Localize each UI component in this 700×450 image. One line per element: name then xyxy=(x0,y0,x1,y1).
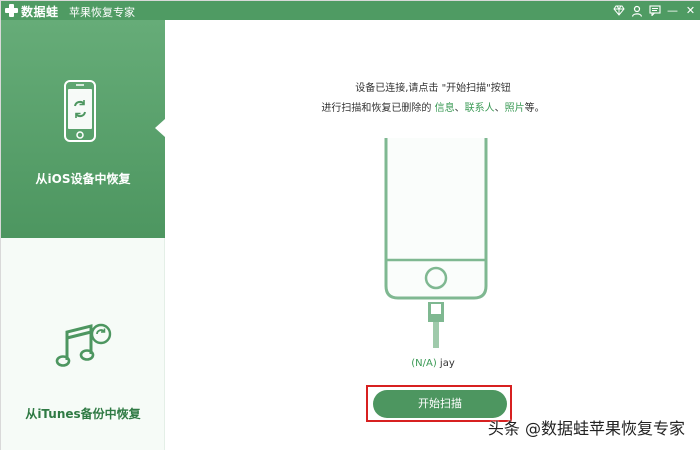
message-icon[interactable] xyxy=(648,4,661,17)
instruction-suffix: 等。 xyxy=(524,103,545,114)
active-pointer xyxy=(155,119,165,137)
close-icon[interactable]: ✕ xyxy=(684,4,697,17)
link-photos[interactable]: 照片 xyxy=(505,103,525,114)
diamond-icon[interactable] xyxy=(612,4,625,17)
music-note-icon xyxy=(55,323,112,367)
logo-cross-icon xyxy=(4,3,19,18)
sidebar-item-label: 从iOS设备中恢复 xyxy=(35,172,131,186)
instruction-text-2: 进行扫描和恢复已删除的 信息、联系人、照片等。 xyxy=(165,99,700,114)
app-subtitle: 苹果恢复专家 xyxy=(69,6,135,19)
separator: 、 xyxy=(454,103,465,114)
sidebar-item-itunes-backup[interactable]: 从iTunes备份中恢复 xyxy=(1,238,165,450)
app-brand: 数据蛙 xyxy=(21,5,59,19)
app-window: 数据蛙 苹果恢复专家 — ✕ 从iOS设备中恢复 从iTunes备份中恢复 设备… xyxy=(0,0,700,450)
title-bar: 数据蛙 苹果恢复专家 — ✕ xyxy=(1,1,700,20)
sidebar-item-label: 从iTunes备份中恢复 xyxy=(25,407,141,421)
sidebar: 从iOS设备中恢复 从iTunes备份中恢复 xyxy=(1,20,165,450)
sidebar-item-ios-device[interactable]: 从iOS设备中恢复 xyxy=(1,20,165,238)
instruction-text: 设备已连接,请点击 "开始扫描"按钮 xyxy=(355,83,511,94)
minimize-icon[interactable]: — xyxy=(666,4,679,17)
person-icon[interactable] xyxy=(630,4,643,17)
window-controls: — ✕ xyxy=(612,1,697,20)
device-status: (N/A) xyxy=(411,358,437,369)
separator: 、 xyxy=(494,103,505,114)
start-scan-button[interactable]: 开始扫描 xyxy=(373,390,507,418)
watermark: 头条 @数据蛙苹果恢复专家 xyxy=(487,419,685,438)
main-content: 设备已连接,请点击 "开始扫描"按钮 进行扫描和恢复已删除的 信息、联系人、照片… xyxy=(165,20,700,450)
phone-icon xyxy=(64,80,96,142)
device-name: jay xyxy=(439,358,455,369)
instruction-prefix: 进行扫描和恢复已删除的 xyxy=(321,103,435,114)
device-info: (N/A) jay xyxy=(165,358,700,369)
connected-device-illustration xyxy=(384,138,488,348)
link-contacts[interactable]: 联系人 xyxy=(465,103,495,114)
link-info[interactable]: 信息 xyxy=(435,103,455,114)
